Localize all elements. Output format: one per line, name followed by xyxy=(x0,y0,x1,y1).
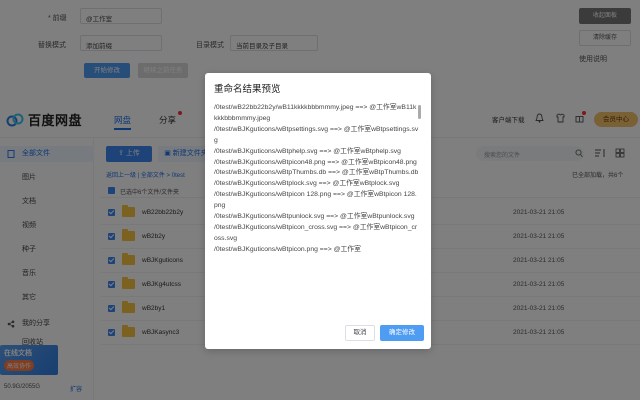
rename-preview-dialog: 重命名结果预览 /0test/wB22bb22b2y/wB11kkkkbbbmm… xyxy=(205,73,431,349)
confirm-button[interactable]: 确定修改 xyxy=(380,325,424,341)
preview-line: /0test/wB22bb22b2y/wB11kkkkbbbmmmy.jpeg … xyxy=(214,104,417,122)
rename-preview-list[interactable]: /0test/wB22bb22b2y/wB11kkkkbbbmmmy.jpeg … xyxy=(214,103,419,318)
preview-line: /0test/wBJKguticons/wBtpunlock.svg ==> @… xyxy=(214,213,415,221)
preview-line: /0test/wBJKguticons/wBtplock.svg ==> @工作… xyxy=(214,180,400,188)
preview-line: /0test/wBJKguticons/wBtpThumbs.db ==> @工… xyxy=(214,169,419,177)
dialog-title: 重命名结果预览 xyxy=(214,84,281,95)
scrollbar-thumb[interactable] xyxy=(418,105,421,119)
preview-line: /0test/wBJKguticons/wBtpsettings.svg ==>… xyxy=(214,125,419,144)
preview-line: /0test/wBJKguticons/wBtphelp.svg ==> @工作… xyxy=(214,147,401,155)
preview-line: /0test/wBJKguticons/wBtpicon 128.png ==>… xyxy=(214,191,417,210)
preview-line: /0test/wBJKguticons/wBtpicon48.png ==> @… xyxy=(214,158,417,166)
cancel-button[interactable]: 取消 xyxy=(345,325,375,341)
preview-line: /0test/wBJKguticons/wBtpicon_cross.svg =… xyxy=(214,223,418,242)
preview-line: /0test/wBJKguticons/wBtpicon.png ==> @工作… xyxy=(214,245,361,253)
